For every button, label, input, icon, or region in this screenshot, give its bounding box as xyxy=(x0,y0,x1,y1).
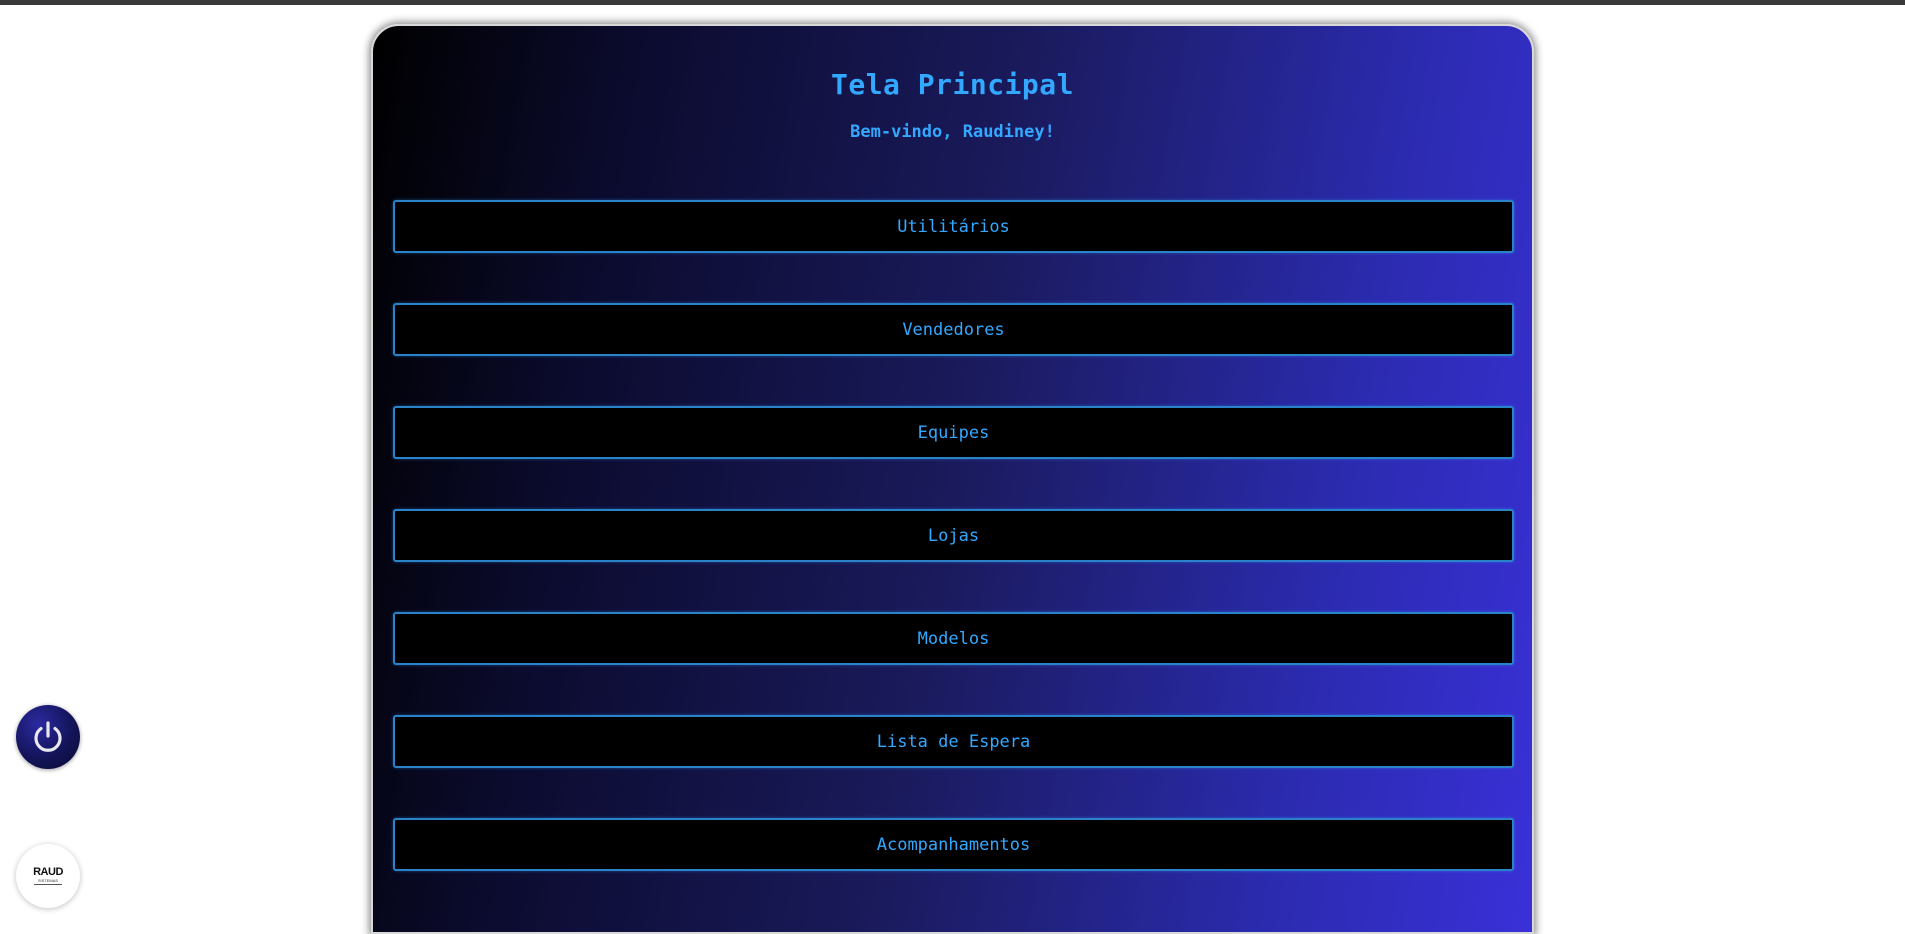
logo-divider xyxy=(34,884,62,885)
logo-text: RAUD xyxy=(33,866,63,878)
page-title: Tela Principal xyxy=(830,68,1074,101)
logo-subtext: SISTEMAS xyxy=(37,878,59,883)
vendedores-button[interactable]: Vendedores xyxy=(393,303,1514,356)
utilitarios-button[interactable]: Utilitários xyxy=(393,200,1514,253)
equipes-button[interactable]: Equipes xyxy=(393,406,1514,459)
acompanhamentos-button[interactable]: Acompanhamentos xyxy=(393,818,1514,871)
power-icon xyxy=(34,721,62,752)
lista-de-espera-button[interactable]: Lista de Espera xyxy=(393,715,1514,768)
company-logo-button[interactable]: RAUD SISTEMAS xyxy=(16,844,80,908)
main-panel: Tela Principal Bem-vindo, Raudiney! Util… xyxy=(371,24,1534,934)
browser-top-bar xyxy=(0,0,1905,5)
welcome-message: Bem-vindo, Raudiney! xyxy=(850,122,1055,142)
lojas-button[interactable]: Lojas xyxy=(393,509,1514,562)
logout-button[interactable] xyxy=(16,705,80,769)
modelos-button[interactable]: Modelos xyxy=(393,612,1514,665)
